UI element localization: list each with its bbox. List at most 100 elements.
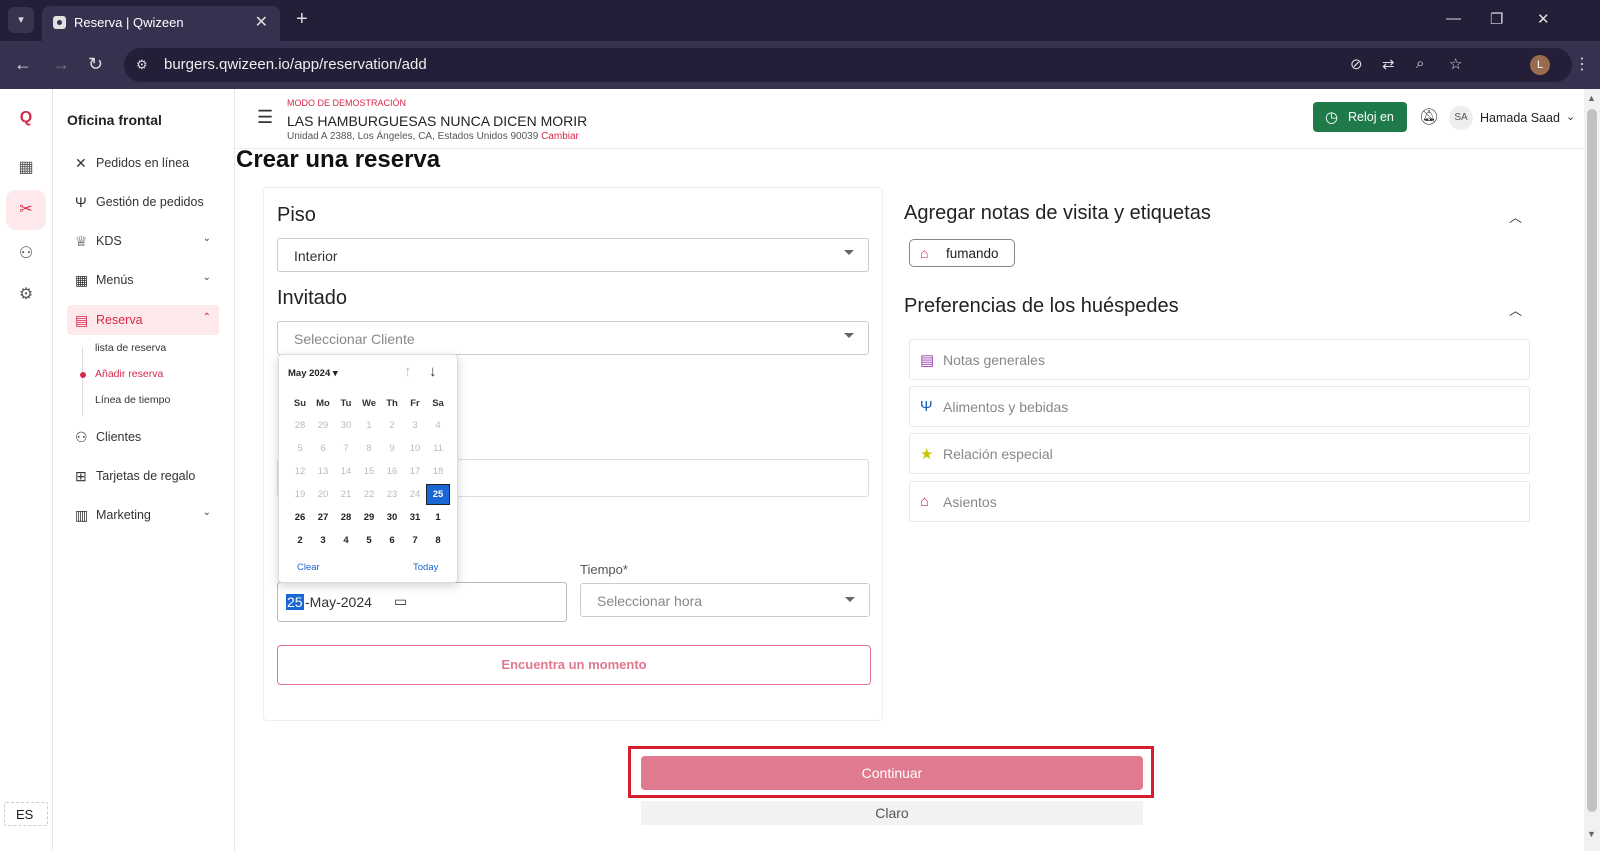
continue-button[interactable]: Continuar (641, 756, 1143, 790)
date-rest-segment[interactable]: -May-2024 (305, 594, 372, 610)
calendar-day[interactable]: 12 (289, 462, 311, 481)
bookmark-star-icon[interactable]: ☆ (1449, 55, 1462, 73)
address-bar[interactable]: ⚙ burgers.qwizeen.io/app/reservation/add… (124, 48, 1572, 82)
calendar-day[interactable]: 23 (381, 485, 403, 504)
tracking-off-icon[interactable]: ⊘ (1350, 55, 1363, 73)
time-select[interactable]: Seleccionar hora (580, 583, 870, 617)
calendar-day[interactable]: 3 (404, 416, 426, 435)
calendar-day[interactable]: 7 (335, 439, 357, 458)
sidebar-item-marketing[interactable]: ▥ Marketing ⌄ (67, 500, 219, 530)
notifications-off-icon[interactable]: 🔕︎ (1419, 107, 1439, 127)
dashboard-icon[interactable]: ▦ (14, 156, 38, 180)
close-window-icon[interactable]: ✕ (1537, 10, 1550, 28)
page-scrollbar[interactable]: ▲ ▼ (1584, 89, 1600, 851)
calendar-day[interactable]: 28 (289, 416, 311, 435)
calendar-day[interactable]: 22 (358, 485, 380, 504)
scroll-down-icon[interactable]: ▼ (1587, 829, 1596, 839)
calendar-day[interactable]: 1 (427, 508, 449, 527)
browser-tab[interactable]: Reserva | Qwizeen ✕ (42, 6, 280, 41)
pref-seating[interactable]: ⌂ Asientos (909, 481, 1530, 522)
forward-icon[interactable]: → (52, 54, 70, 75)
profile-avatar[interactable]: L (1530, 55, 1550, 75)
sidebar-item-menus[interactable]: ▦ Menús ⌄ (67, 265, 219, 295)
calendar-day[interactable]: 30 (335, 416, 357, 435)
sidebar-item-order-management[interactable]: Ψ Gestión de pedidos (67, 187, 219, 217)
calendar-day[interactable]: 1 (358, 416, 380, 435)
calendar-day[interactable]: 6 (381, 531, 403, 550)
arrow-up-icon[interactable]: ↑ (404, 363, 412, 380)
tag-chip[interactable]: ⌂ fumando (909, 239, 1015, 267)
chevron-up-icon[interactable]: ︿ (1509, 207, 1522, 226)
sidebar-item-kds[interactable]: ♕ KDS ⌄ (67, 226, 219, 256)
calendar-day[interactable]: 8 (427, 531, 449, 550)
arrow-down-icon[interactable]: ↓ (429, 363, 437, 380)
calendar-day[interactable]: 2 (381, 416, 403, 435)
clear-button[interactable]: Claro (641, 801, 1143, 825)
calendar-day[interactable]: 27 (312, 508, 334, 527)
calendar-day[interactable]: 25 (426, 484, 450, 505)
new-tab-icon[interactable]: + (296, 8, 308, 31)
settings-gear-icon[interactable]: ⚙ (14, 283, 38, 307)
chevron-up-icon[interactable]: ︿ (1509, 300, 1522, 319)
scroll-up-icon[interactable]: ▲ (1587, 93, 1596, 103)
calendar-icon[interactable]: ▭ (394, 593, 407, 610)
calendar-day[interactable]: 15 (358, 462, 380, 481)
calendar-day[interactable]: 30 (381, 508, 403, 527)
user-avatar[interactable]: SA (1449, 106, 1473, 130)
sidebar-item-gift-cards[interactable]: ⊞ Tarjetas de regalo (67, 461, 219, 491)
calendar-day[interactable]: 26 (289, 508, 311, 527)
month-year-selector[interactable]: May 2024 ▾ (288, 368, 338, 379)
calendar-day[interactable]: 20 (312, 485, 334, 504)
qwizeen-logo-icon[interactable]: Q (16, 109, 36, 131)
close-tab-icon[interactable]: ✕ (255, 12, 268, 32)
calendar-day[interactable]: 9 (381, 439, 403, 458)
org-chart-icon[interactable]: ⚇ (14, 242, 38, 266)
tab-search-chevron-icon[interactable]: ▾ (8, 7, 34, 33)
floor-select[interactable]: Interior (277, 238, 869, 272)
calendar-day[interactable]: 2 (289, 531, 311, 550)
clock-in-button[interactable]: ◷ Reloj en (1313, 102, 1407, 132)
calendar-day[interactable]: 16 (381, 462, 403, 481)
subitem-add-reservation[interactable]: Añadir reserva (95, 368, 163, 380)
sidebar-item-reservation[interactable]: ▤ Reserva ⌃ (67, 305, 219, 335)
calendar-day[interactable]: 14 (335, 462, 357, 481)
minimize-icon[interactable]: — (1446, 10, 1461, 27)
calendar-day[interactable]: 21 (335, 485, 357, 504)
calendar-day[interactable]: 10 (404, 439, 426, 458)
back-icon[interactable]: ← (14, 54, 32, 75)
calendar-day[interactable]: 11 (427, 439, 449, 458)
guest-select[interactable]: Seleccionar Cliente (277, 321, 869, 355)
date-day-segment[interactable]: 25 (286, 594, 304, 610)
date-input[interactable]: 25 -May-2024 ▭ (277, 582, 567, 622)
calendar-day[interactable]: 5 (289, 439, 311, 458)
calendar-day[interactable]: 17 (404, 462, 426, 481)
reload-icon[interactable]: ↻ (88, 54, 103, 75)
translate-icon[interactable]: ⇄ (1382, 55, 1395, 73)
calendar-day[interactable]: 8 (358, 439, 380, 458)
sidebar-item-online-orders[interactable]: ✕ Pedidos en línea (67, 148, 219, 178)
calendar-day[interactable]: 24 (404, 485, 426, 504)
picker-clear-button[interactable]: Clear (297, 562, 320, 573)
calendar-day[interactable]: 3 (312, 531, 334, 550)
subitem-timeline[interactable]: Línea de tiempo (95, 394, 170, 406)
change-location-link[interactable]: Cambiar (541, 131, 579, 142)
calendar-day[interactable]: 6 (312, 439, 334, 458)
restore-icon[interactable]: ❐ (1490, 10, 1503, 28)
pref-general-notes[interactable]: ▤ Notas generales (909, 339, 1530, 380)
calendar-day[interactable]: 4 (335, 531, 357, 550)
calendar-day[interactable]: 4 (427, 416, 449, 435)
find-time-button[interactable]: Encuentra un momento (277, 645, 871, 685)
calendar-day[interactable]: 5 (358, 531, 380, 550)
calendar-day[interactable]: 13 (312, 462, 334, 481)
calendar-day[interactable]: 28 (335, 508, 357, 527)
pref-food-drinks[interactable]: Ψ Alimentos y bebidas (909, 386, 1530, 427)
browser-menu-icon[interactable]: ⋮ (1574, 54, 1590, 74)
calendar-day[interactable]: 31 (404, 508, 426, 527)
calendar-day[interactable]: 19 (289, 485, 311, 504)
user-name[interactable]: Hamada Saad (1480, 111, 1560, 125)
scrollbar-thumb[interactable] (1587, 109, 1597, 812)
calendar-day[interactable]: 18 (427, 462, 449, 481)
site-info-icon[interactable]: ⚙ (136, 57, 152, 73)
front-office-icon[interactable]: ✂ (6, 190, 46, 230)
chevron-down-icon[interactable]: ⌄ (1566, 110, 1575, 123)
